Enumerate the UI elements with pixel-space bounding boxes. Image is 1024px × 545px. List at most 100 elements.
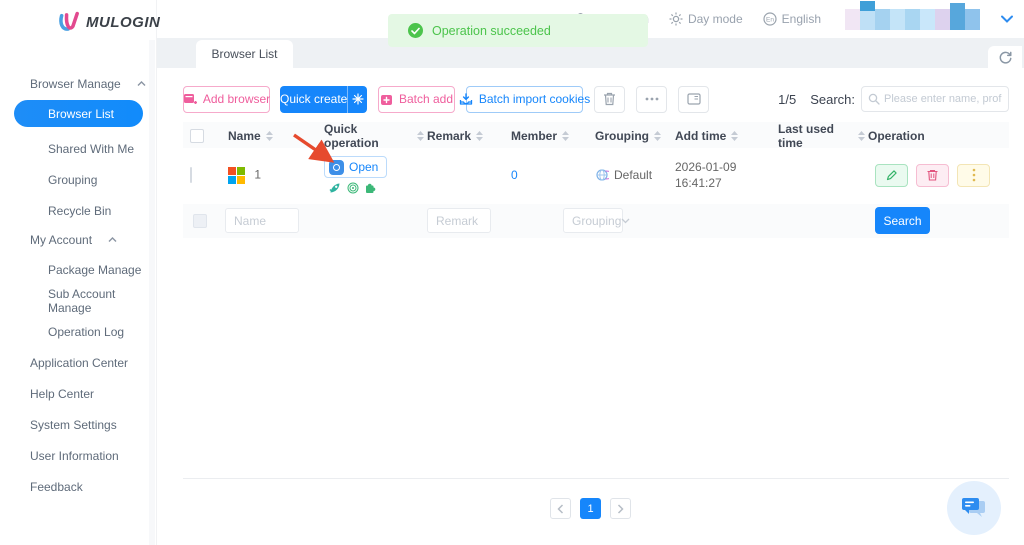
filter-grouping-select[interactable]: Grouping (563, 208, 623, 233)
cell-member[interactable]: 0 (508, 168, 592, 182)
edit-button[interactable] (875, 164, 908, 187)
delete-button[interactable] (916, 164, 949, 187)
sort-icon[interactable] (476, 131, 483, 141)
sidebar-item-feedback[interactable]: Feedback (0, 471, 157, 502)
sort-icon[interactable] (266, 131, 273, 141)
chevron-down-icon (621, 218, 630, 224)
next-page-button[interactable] (610, 498, 631, 519)
tab-label: Browser List (211, 47, 277, 61)
batch-add-button[interactable]: Batch add (378, 86, 455, 113)
refresh-button[interactable] (988, 46, 1022, 68)
filter-grouping-label: Grouping (572, 214, 621, 228)
tab-browser-list[interactable]: Browser List (196, 40, 293, 68)
trash-icon (603, 92, 616, 106)
filter-search-button[interactable]: Search (875, 207, 930, 234)
puzzle-icon[interactable] (365, 182, 377, 194)
search-input[interactable] (884, 93, 1002, 105)
sidebar-item-label: Feedback (30, 480, 83, 494)
day-mode-toggle[interactable]: Day mode (669, 12, 743, 26)
row-checkbox[interactable] (190, 167, 192, 183)
batch-import-cookies-button[interactable]: Batch import cookies (466, 86, 583, 113)
group-globe-icon (595, 168, 609, 182)
sidebar-section-my-account[interactable]: My Account (0, 226, 157, 254)
sidebar-item-label: Shared With Me (48, 142, 134, 156)
prev-page-button[interactable] (550, 498, 571, 519)
open-browser-button[interactable]: Open (324, 156, 387, 178)
column-header-remark[interactable]: Remark (424, 129, 508, 143)
sidebar-item-system-settings[interactable]: System Settings (0, 409, 157, 440)
column-header-quick-operation[interactable]: Quick operation (321, 122, 424, 150)
sidebar-item-grouping[interactable]: Grouping (0, 164, 157, 195)
sidebar-item-label: Operation Log (48, 325, 124, 339)
browser-list-panel: Add browser Quick create Batch add Batch… (157, 68, 1024, 545)
sun-icon (669, 12, 683, 26)
chevron-up-icon (108, 237, 117, 243)
sort-icon[interactable] (562, 131, 569, 141)
sidebar-item-recycle-bin[interactable]: Recycle Bin (0, 195, 157, 226)
svg-text:En: En (766, 17, 774, 24)
filter-checkbox (193, 214, 207, 228)
sort-icon[interactable] (654, 131, 661, 141)
sidebar-item-sub-account-manage[interactable]: Sub Account Manage (0, 285, 157, 316)
column-header-last-used-time[interactable]: Last used time (775, 122, 865, 150)
sidebar-item-label: Package Manage (48, 263, 141, 277)
add-browser-icon (183, 93, 197, 106)
sidebar-item-label: Sub Account Manage (48, 287, 157, 315)
column-header-member[interactable]: Member (508, 129, 592, 143)
language-selector[interactable]: En English (763, 12, 821, 26)
batch-add-label: Batch add (399, 92, 453, 106)
sort-icon[interactable] (417, 131, 424, 141)
filter-name-input[interactable] (225, 208, 299, 233)
footer-divider (183, 478, 1009, 479)
cell-add-time: 2026-01-09 16:41:27 (672, 159, 775, 191)
delete-selected-button[interactable] (594, 86, 625, 113)
quick-create-settings-icon[interactable] (347, 86, 367, 113)
page-1-button[interactable]: 1 (580, 498, 601, 519)
cell-grouping: Default (592, 168, 672, 182)
sidebar-item-application-center[interactable]: Application Center (0, 347, 157, 378)
open-label: Open (349, 160, 378, 174)
column-header-name[interactable]: Name (225, 129, 321, 143)
column-header-grouping[interactable]: Grouping (592, 129, 672, 143)
support-chat-button[interactable] (947, 481, 1001, 535)
select-all-checkbox[interactable] (190, 129, 204, 143)
column-settings-button[interactable] (678, 86, 709, 113)
column-header-add-time[interactable]: Add time (672, 129, 775, 143)
search-label: Search: (810, 92, 855, 107)
row-more-button[interactable] (957, 164, 990, 187)
sidebar-item-help-center[interactable]: Help Center (0, 378, 157, 409)
redacted-username (845, 9, 980, 30)
add-browser-label: Add browser (203, 92, 270, 106)
sidebar-item-label: Browser List (48, 107, 114, 121)
add-date: 2026-01-09 (675, 159, 775, 175)
sidebar-item-label: Help Center (30, 387, 94, 401)
windows-icon (228, 167, 245, 184)
table-header: Name Quick operation Remark Member Group… (183, 122, 1009, 148)
mulogin-logo[interactable]: MULOGIN (56, 9, 160, 35)
sidebar-item-operation-log[interactable]: Operation Log (0, 316, 157, 347)
fingerprint-icon[interactable] (347, 182, 359, 194)
cell-quick-operation: Open (321, 156, 424, 194)
account-chevron-down-icon[interactable] (1000, 15, 1014, 23)
browser-core-icon (329, 160, 344, 175)
add-browser-button[interactable]: Add browser (183, 86, 270, 113)
ellipsis-icon (645, 97, 659, 101)
sidebar-item-package-manage[interactable]: Package Manage (0, 254, 157, 285)
toolbar: Add browser Quick create Batch add Batch… (183, 85, 1009, 113)
filter-remark-input[interactable] (427, 208, 491, 233)
sidebar-item-browser-list[interactable]: Browser List (14, 100, 143, 127)
add-time: 16:41:27 (675, 175, 775, 191)
chevron-up-icon (137, 81, 146, 87)
mulogin-logo-icon (56, 9, 80, 35)
quick-create-button[interactable]: Quick create (280, 86, 367, 113)
rocket-icon[interactable] (329, 182, 341, 194)
sort-icon[interactable] (858, 131, 865, 141)
sidebar-item-user-information[interactable]: User Information (0, 440, 157, 471)
sidebar: MULOGIN Browser Manage Browser List Shar… (0, 0, 157, 545)
section-label: My Account (30, 233, 92, 247)
sidebar-section-browser-manage[interactable]: Browser Manage (0, 70, 157, 98)
sidebar-item-shared-with-me[interactable]: Shared With Me (0, 133, 157, 164)
globe-icon: En (763, 12, 777, 26)
more-actions-button[interactable] (636, 86, 667, 113)
sort-icon[interactable] (731, 131, 738, 141)
